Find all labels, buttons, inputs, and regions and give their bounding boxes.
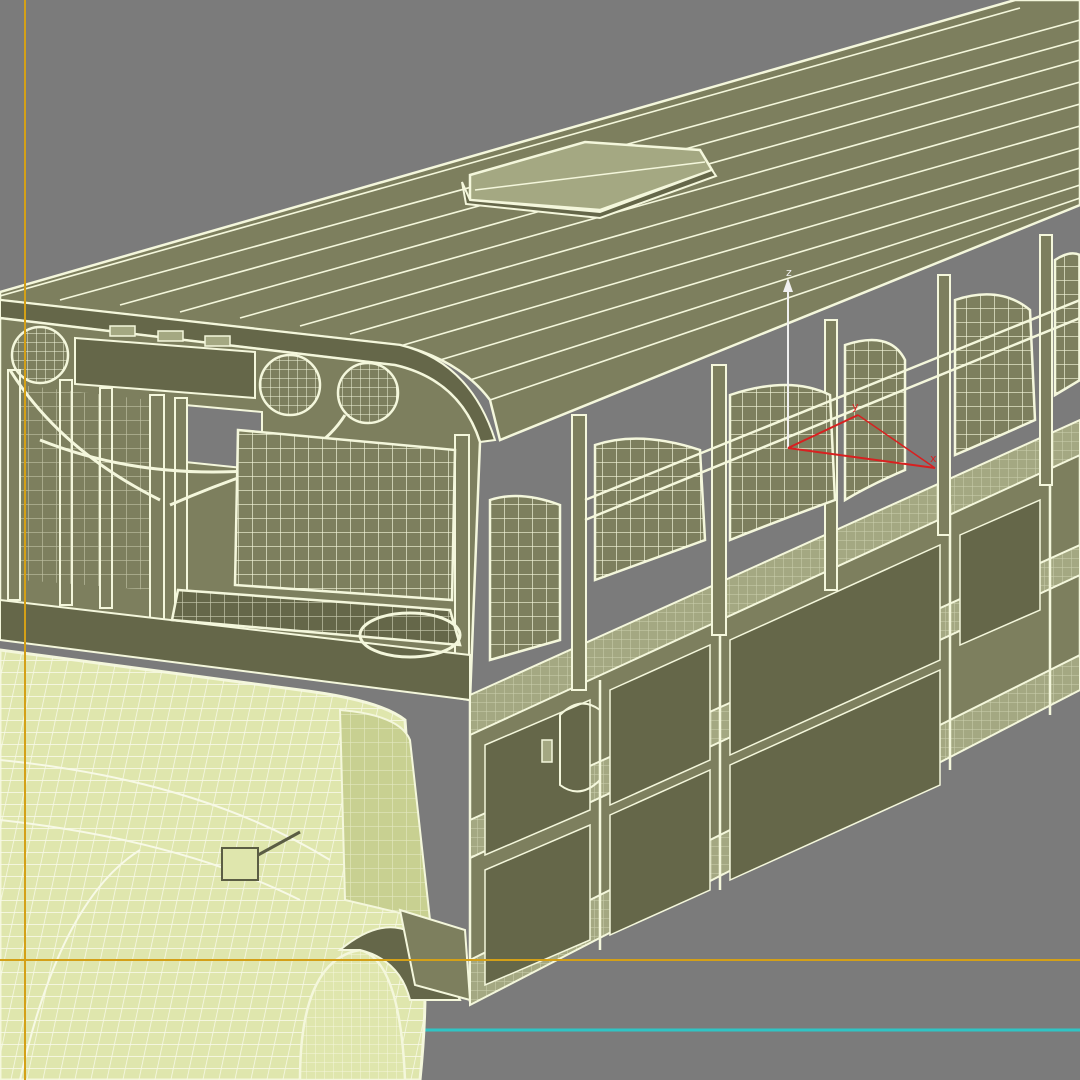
gizmo-x-label: x (930, 452, 937, 465)
passenger-seat[interactable] (843, 338, 907, 503)
door-handle (541, 739, 553, 763)
passenger-seat[interactable] (953, 293, 1037, 457)
passenger-seat[interactable] (488, 494, 562, 662)
viewport-canvas[interactable]: z x y (0, 0, 1080, 1080)
hood-latch (221, 847, 259, 881)
marker-light (204, 335, 231, 347)
marker-light (109, 325, 136, 337)
gizmo-z-label: z (786, 266, 792, 279)
3d-viewport[interactable]: z x y (0, 0, 1080, 1080)
marker-light (157, 330, 184, 342)
passenger-seat[interactable] (728, 383, 837, 542)
gizmo-y-label: y (852, 400, 859, 413)
